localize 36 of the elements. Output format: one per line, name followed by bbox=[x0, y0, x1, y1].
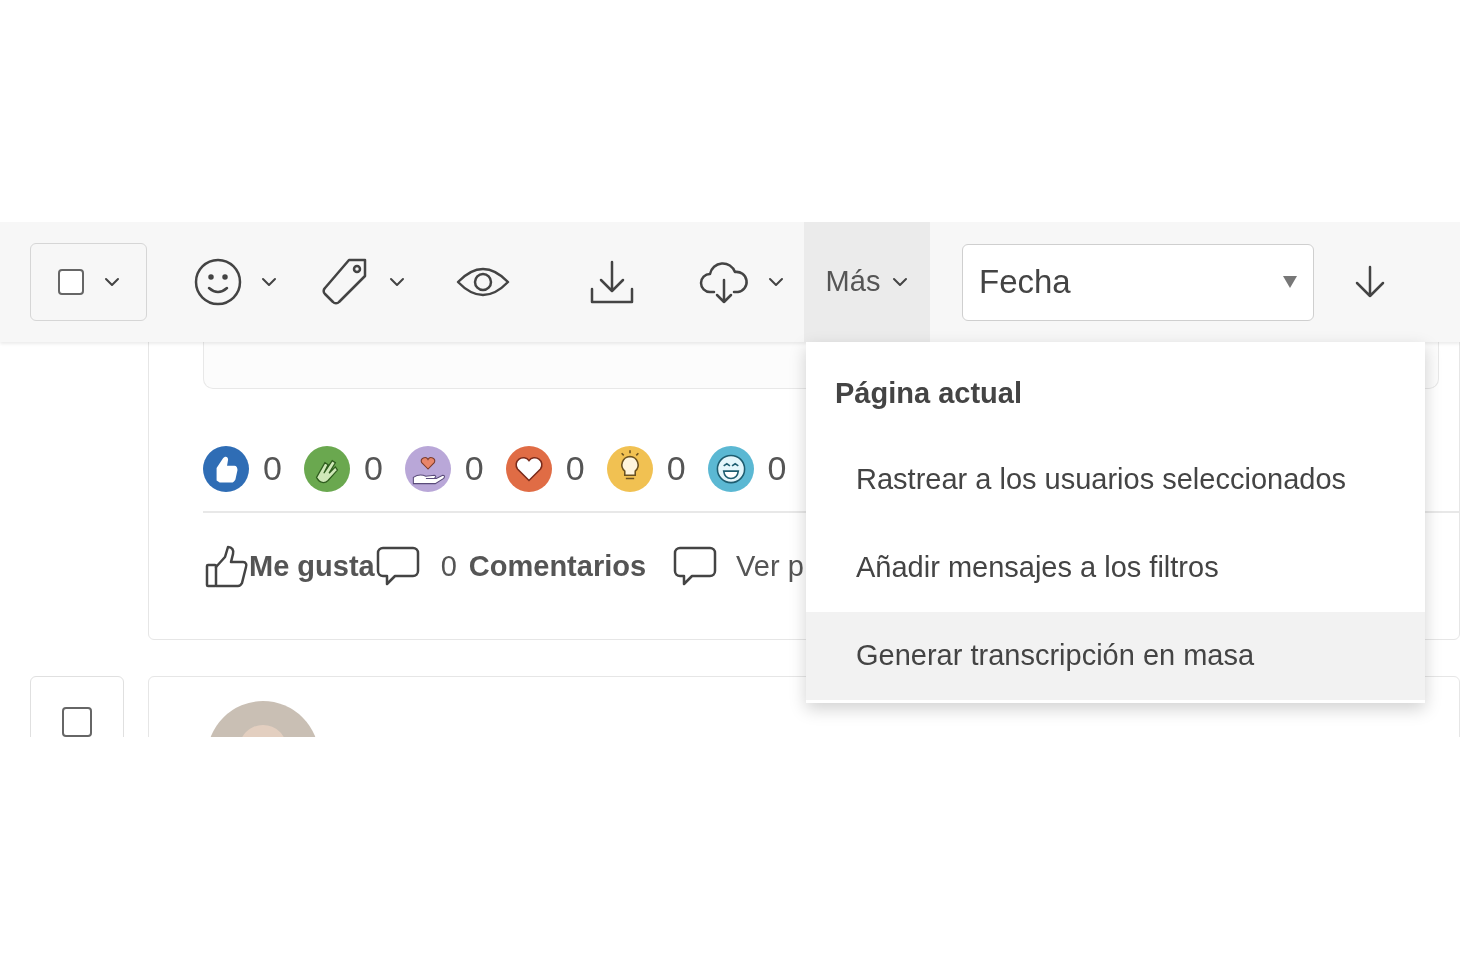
thumbs-up-icon bbox=[205, 545, 249, 589]
sort-select[interactable]: Fecha bbox=[962, 243, 1314, 321]
heart-in-hand-icon[interactable] bbox=[404, 445, 451, 492]
menu-item[interactable]: Generar transcripción en masa bbox=[806, 612, 1425, 700]
sort-direction-button[interactable] bbox=[1354, 265, 1386, 299]
more-button[interactable]: Más bbox=[804, 222, 930, 342]
dropdown-arrow-icon bbox=[1283, 276, 1297, 288]
caret-icon bbox=[389, 277, 405, 287]
caret-icon bbox=[261, 277, 277, 287]
clapping-hands-icon[interactable] bbox=[303, 445, 350, 492]
thumbs-up-icon[interactable] bbox=[203, 445, 249, 492]
reaction-count: 0 bbox=[565, 448, 585, 489]
view-post-button[interactable]: Ver p bbox=[672, 545, 804, 589]
select-dropdown[interactable] bbox=[30, 243, 147, 321]
checkbox[interactable] bbox=[62, 707, 92, 737]
menu-item[interactable]: Rastrear a los usuarios seleccionados bbox=[806, 436, 1425, 524]
caret-icon bbox=[103, 277, 120, 287]
lightbulb-icon[interactable] bbox=[606, 445, 653, 492]
reaction-count: 0 bbox=[263, 448, 282, 489]
download-icon bbox=[589, 259, 635, 305]
smiley-icon bbox=[193, 257, 243, 307]
reaction-count: 0 bbox=[767, 448, 787, 489]
menu-item[interactable]: Añadir mensajes a los filtros bbox=[806, 524, 1425, 612]
reaction-count: 0 bbox=[666, 448, 686, 489]
menu-heading: Página actual bbox=[834, 376, 1023, 411]
reaction-count: 0 bbox=[363, 448, 383, 489]
comments-button[interactable]: 0 Comentarios bbox=[374, 545, 647, 589]
caret-icon bbox=[768, 277, 784, 287]
laughing-face-icon[interactable] bbox=[707, 445, 754, 492]
download-button[interactable] bbox=[589, 259, 635, 305]
caret-icon bbox=[892, 277, 909, 287]
reaction-count: 0 bbox=[464, 448, 484, 489]
like-button[interactable]: Me gusta bbox=[205, 545, 375, 589]
reaction-menu-button[interactable] bbox=[193, 257, 277, 307]
arrow-down-icon bbox=[1354, 265, 1386, 299]
checkbox[interactable] bbox=[57, 269, 84, 295]
